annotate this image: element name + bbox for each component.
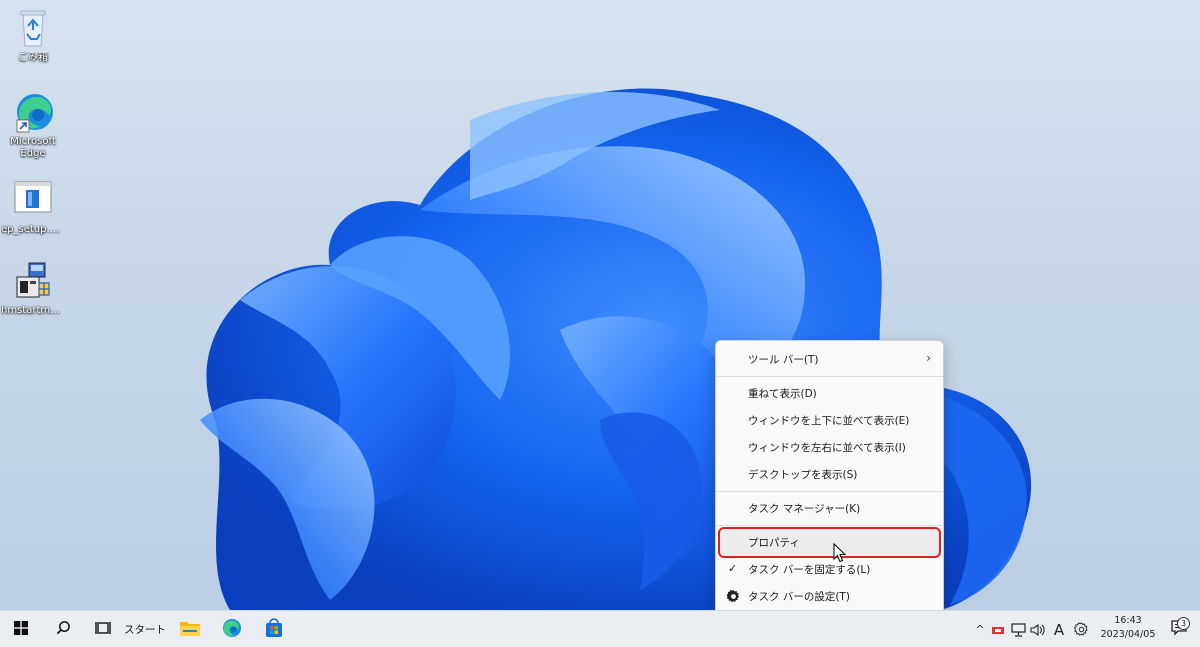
checkmark-icon: ✓ — [728, 562, 738, 575]
edge-icon — [11, 90, 55, 134]
menu-item-label: タスク バーの設定(T) — [748, 591, 850, 603]
windows-logo-icon — [14, 620, 28, 639]
taskbar-file-explorer[interactable] — [176, 611, 204, 647]
menu-item-cascade[interactable]: 重ねて表示(D) — [720, 380, 939, 407]
desktop-icon-label: Microsoft Edge — [10, 136, 56, 159]
store-icon — [264, 617, 284, 642]
menu-item-taskbar-settings[interactable]: タスク バーの設定(T) — [720, 583, 939, 610]
search-button[interactable] — [50, 611, 76, 647]
task-view-icon — [95, 620, 111, 639]
search-icon — [56, 620, 71, 639]
desktop-icon-label: ep_setup.exe — [1, 224, 65, 235]
menu-item-label: デスクトップを表示(S) — [748, 469, 858, 481]
desktop-wallpaper — [0, 0, 1200, 610]
clock[interactable]: 16:43 2023/04/05 — [1098, 614, 1158, 642]
taskbar-context-menu: ツール バー(T) › 重ねて表示(D) ウィンドウを上下に並べて表示(E) ウ… — [715, 340, 944, 626]
menu-item-label: ツール バー(T) — [748, 354, 819, 366]
menu-separator — [716, 525, 943, 526]
menu-item-properties[interactable]: プロパティ — [718, 527, 941, 558]
desktop-icon-label: ごみ箱 — [18, 52, 48, 63]
desktop-icon-recycle-bin[interactable]: ごみ箱 — [2, 6, 64, 64]
recycle-bin-icon — [11, 6, 55, 50]
start-button[interactable] — [8, 611, 34, 647]
menu-item-label: ウィンドウを上下に並べて表示(E) — [748, 415, 910, 427]
taskbar: スタート ^ A 16:43 2023/04/05 — [0, 610, 1200, 647]
notification-center-button[interactable] — [1164, 611, 1194, 647]
menu-item-label: タスク マネージャー(K) — [748, 503, 861, 515]
edge-icon — [222, 618, 242, 642]
desktop-icon-edge[interactable]: Microsoft Edge — [2, 90, 64, 160]
gear-icon[interactable] — [1070, 622, 1092, 637]
menu-item-label: 重ねて表示(D) — [748, 388, 817, 400]
menu-item-label: タスク バーを固定する(L) — [748, 564, 871, 576]
menu-item-lock-taskbar[interactable]: ✓ タスク バーを固定する(L) — [720, 556, 939, 583]
desktop-icon-hmstartmenu[interactable]: hmstartmen... — [1, 259, 65, 317]
chevron-right-icon: › — [926, 351, 931, 365]
notification-count-badge: 3 — [1177, 617, 1190, 630]
folder-icon — [179, 619, 201, 641]
task-view-button[interactable] — [90, 611, 116, 647]
ime-indicator[interactable]: A — [1048, 621, 1070, 639]
menu-item-stack-windows[interactable]: ウィンドウを上下に並べて表示(E) — [720, 407, 939, 434]
menu-item-side-by-side[interactable]: ウィンドウを左右に並べて表示(I) — [720, 434, 939, 461]
gear-icon — [726, 589, 741, 604]
menu-item-toolbars[interactable]: ツール バー(T) › — [720, 346, 939, 373]
menu-item-task-manager[interactable]: タスク マネージャー(K) — [720, 495, 939, 522]
taskbar-edge[interactable] — [218, 611, 246, 647]
network-icon[interactable] — [1008, 622, 1028, 637]
clock-time: 16:43 — [1114, 615, 1142, 626]
menu-separator — [716, 491, 943, 492]
system-tray: ^ A — [972, 611, 1092, 647]
taskbar-store[interactable] — [260, 611, 288, 647]
start-label: スタート — [124, 624, 166, 636]
start-text-button[interactable]: スタート — [124, 611, 166, 647]
desktop-icon-label: hmstartmen... — [1, 305, 65, 316]
program-icon — [11, 259, 55, 303]
mouse-cursor-icon — [833, 542, 847, 567]
menu-item-show-desktop[interactable]: デスクトップを表示(S) — [720, 461, 939, 488]
clock-date: 2023/04/05 — [1100, 629, 1156, 640]
installer-icon — [11, 178, 55, 222]
desktop-icon-ep-setup[interactable]: ep_setup.exe — [1, 178, 65, 236]
keyboard-flag-icon[interactable] — [988, 624, 1008, 636]
menu-item-label: プロパティ — [748, 537, 800, 549]
menu-separator — [716, 376, 943, 377]
volume-icon[interactable] — [1028, 623, 1048, 637]
menu-item-label: ウィンドウを左右に並べて表示(I) — [748, 442, 906, 454]
show-hidden-icons-chevron-icon[interactable]: ^ — [972, 623, 988, 636]
